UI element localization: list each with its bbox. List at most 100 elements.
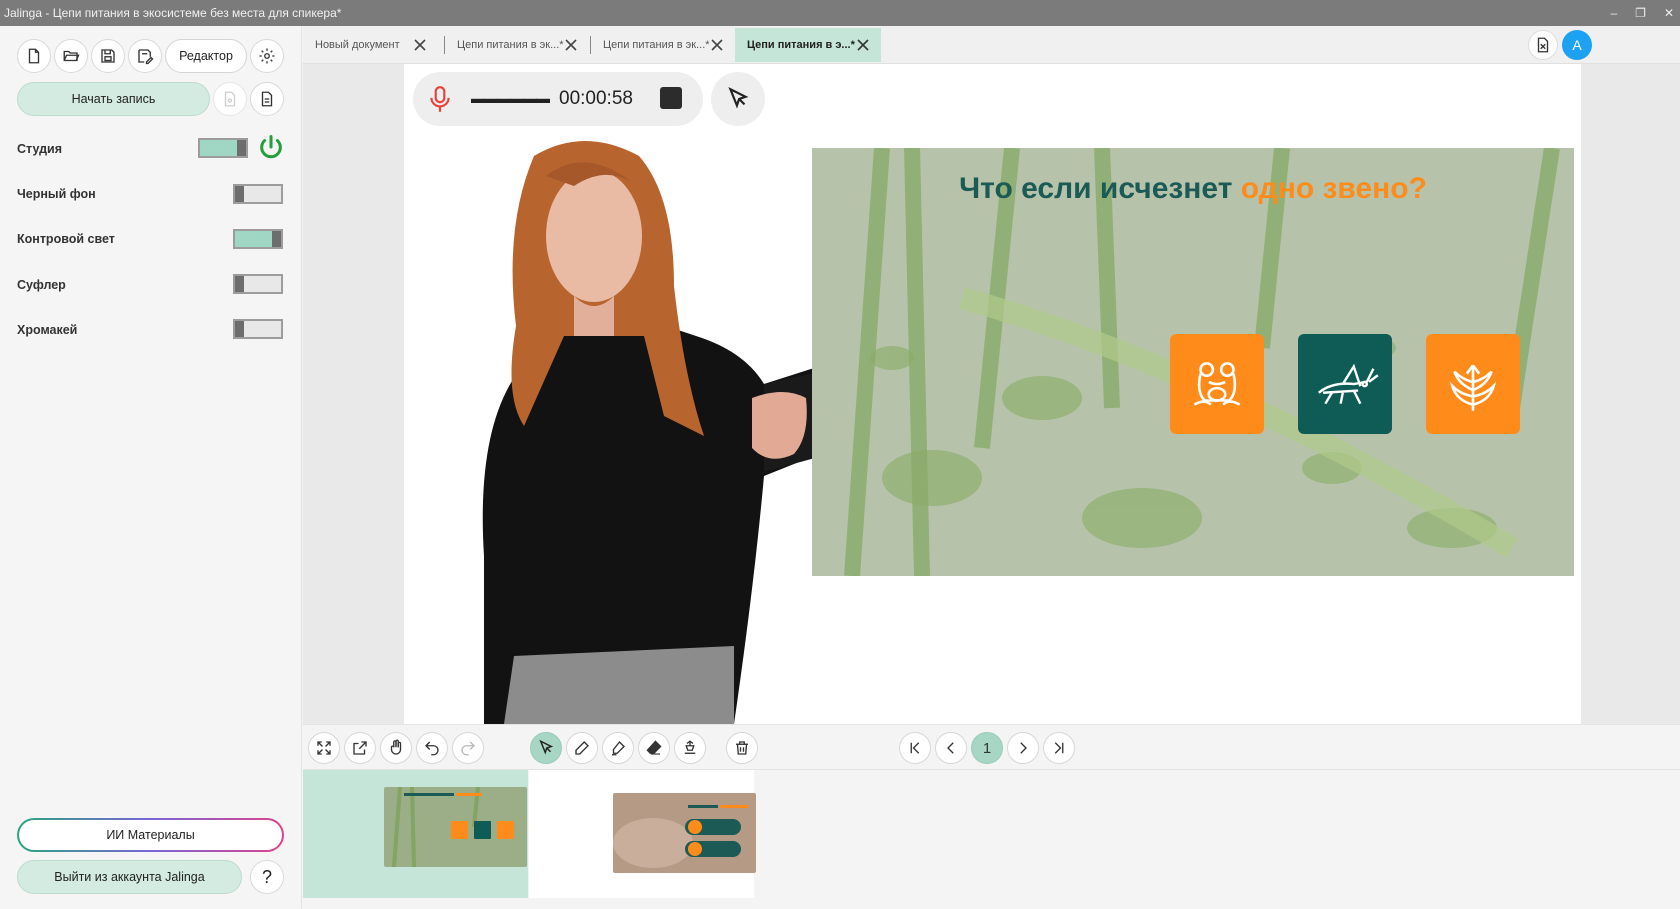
pen-tool-button[interactable]	[566, 732, 598, 764]
maximize-button[interactable]: ❐	[1635, 6, 1646, 20]
slide-preview[interactable]: Что если исчезнет одно звено?	[812, 148, 1574, 576]
current-page-indicator[interactable]: 1	[971, 732, 1003, 764]
toggle-label-chromakey: Хромакей	[17, 323, 78, 337]
grasshopper-tile[interactable]	[1298, 334, 1392, 434]
redo-icon	[461, 741, 475, 756]
tab-label: Цепи питания в эк...*	[603, 39, 710, 51]
thumbnail-image-1	[384, 787, 527, 867]
open-folder-button[interactable]	[54, 39, 88, 73]
black-background-toggle[interactable]	[233, 184, 283, 204]
window-titlebar: Jalinga - Цепи питания в экосистеме без …	[0, 0, 1680, 26]
user-avatar[interactable]: A	[1562, 30, 1592, 60]
save-edit-icon	[138, 49, 154, 65]
save-icon	[101, 49, 115, 63]
slide-thumbnail-1[interactable]	[303, 770, 528, 898]
toggle-label-black-bg: Черный фон	[17, 187, 96, 201]
highlighter-tool-button[interactable]	[602, 732, 634, 764]
slide-title-accent: одно звено?	[1240, 172, 1427, 205]
start-recording-button[interactable]: Начать запись	[17, 82, 210, 116]
recording-timer: 00:00:58	[559, 88, 633, 109]
export-file-button[interactable]	[1528, 30, 1558, 60]
close-icon[interactable]	[412, 37, 428, 53]
slide-title: Что если исчезнет одно звено?	[812, 172, 1574, 206]
trash-icon	[736, 741, 748, 755]
stamp-tool-button[interactable]	[674, 732, 706, 764]
tab-bar: Новый документ Цепи питания в эк...* Цеп…	[303, 26, 1680, 64]
save-button[interactable]	[91, 39, 125, 73]
recorder-bar: ▬▬▬▬▬▬ 00:00:58	[413, 72, 703, 126]
minimize-button[interactable]: –	[1610, 6, 1617, 20]
previous-page-button[interactable]	[935, 732, 967, 764]
tab-label: Цепи питания в э...*	[747, 39, 855, 51]
editor-button[interactable]: Редактор	[165, 39, 247, 73]
document-button[interactable]	[250, 82, 284, 116]
power-icon[interactable]	[257, 133, 285, 161]
sidebar: Редактор Начать запись Студия Черный фон…	[0, 26, 302, 909]
chevron-right-icon	[1020, 742, 1027, 754]
tab-new-document[interactable]: Новый документ	[303, 28, 438, 62]
external-link-icon	[353, 741, 367, 755]
toggle-label-backlight: Контровой свет	[17, 232, 115, 246]
fullscreen-button[interactable]	[308, 732, 340, 764]
delete-button[interactable]	[726, 732, 758, 764]
hand-icon	[390, 739, 402, 755]
stop-button[interactable]	[660, 87, 682, 109]
highlighter-icon	[612, 740, 625, 756]
close-icon[interactable]	[563, 37, 579, 53]
thumbnail-image-2	[613, 793, 756, 873]
chromakey-toggle[interactable]	[233, 319, 283, 339]
next-page-button[interactable]	[1007, 732, 1039, 764]
select-tool-button[interactable]	[530, 732, 562, 764]
eraser-icon	[646, 740, 662, 755]
window-title: Jalinga - Цепи питания в экосистеме без …	[4, 6, 342, 20]
chevron-left-icon	[947, 742, 954, 754]
toggle-label-prompter: Суфлер	[17, 278, 66, 292]
close-icon[interactable]	[855, 37, 871, 53]
plant-icon	[1449, 364, 1497, 411]
tab-food-chains-1[interactable]: Цепи питания в эк...*	[445, 28, 589, 62]
new-document-button[interactable]	[17, 39, 51, 73]
folder-open-icon	[63, 50, 80, 62]
studio-toggle[interactable]	[198, 138, 248, 158]
plant-tile[interactable]	[1426, 334, 1520, 434]
first-page-button[interactable]	[899, 732, 931, 764]
pen-icon	[575, 741, 589, 755]
frog-tile[interactable]	[1170, 334, 1264, 434]
ai-materials-button[interactable]: ИИ Материалы	[17, 818, 284, 852]
close-window-button[interactable]: ✕	[1664, 6, 1674, 20]
pointer-mode-button[interactable]	[711, 72, 765, 126]
recording-canvas[interactable]: ▬▬▬▬▬▬ 00:00:58 Что если исчезнет одно з…	[404, 64, 1581, 724]
cursor-icon	[728, 87, 749, 109]
skip-last-icon	[1054, 742, 1064, 754]
record-file-button	[213, 82, 247, 116]
stamp-icon	[684, 740, 696, 754]
eraser-tool-button[interactable]	[638, 732, 670, 764]
bottom-toolbar: 1	[303, 724, 1680, 770]
slide-thumbnail-2[interactable]	[529, 770, 756, 898]
audio-level-meter: ▬▬▬▬▬▬	[471, 90, 550, 106]
undo-button[interactable]	[416, 732, 448, 764]
redo-button[interactable]	[452, 732, 484, 764]
prompter-toggle[interactable]	[233, 274, 283, 294]
file-disabled-icon	[224, 91, 236, 107]
close-icon[interactable]	[709, 37, 725, 53]
toggle-label-studio: Студия	[17, 142, 63, 156]
microphone-icon[interactable]	[427, 85, 453, 115]
speaker-video	[482, 141, 814, 724]
gear-icon	[259, 48, 275, 64]
logout-button[interactable]: Выйти из аккаунта Jalinga	[17, 860, 242, 894]
stage-area: ▬▬▬▬▬▬ 00:00:58 Что если исчезнет одно з…	[303, 64, 1680, 724]
backlight-toggle[interactable]	[233, 229, 283, 249]
last-page-button[interactable]	[1043, 732, 1075, 764]
tab-label: Новый документ	[315, 39, 400, 51]
settings-button[interactable]	[250, 39, 284, 73]
hand-tool-button[interactable]	[380, 732, 412, 764]
open-external-button[interactable]	[344, 732, 376, 764]
tab-food-chains-active[interactable]: Цепи питания в э...*	[735, 28, 881, 62]
help-button[interactable]: ?	[250, 860, 284, 894]
document-icon	[261, 91, 273, 107]
new-file-icon	[28, 48, 40, 64]
tab-food-chains-2[interactable]: Цепи питания в эк...*	[591, 28, 735, 62]
tab-label: Цепи питания в эк...*	[457, 39, 564, 51]
save-as-button[interactable]	[128, 39, 162, 73]
